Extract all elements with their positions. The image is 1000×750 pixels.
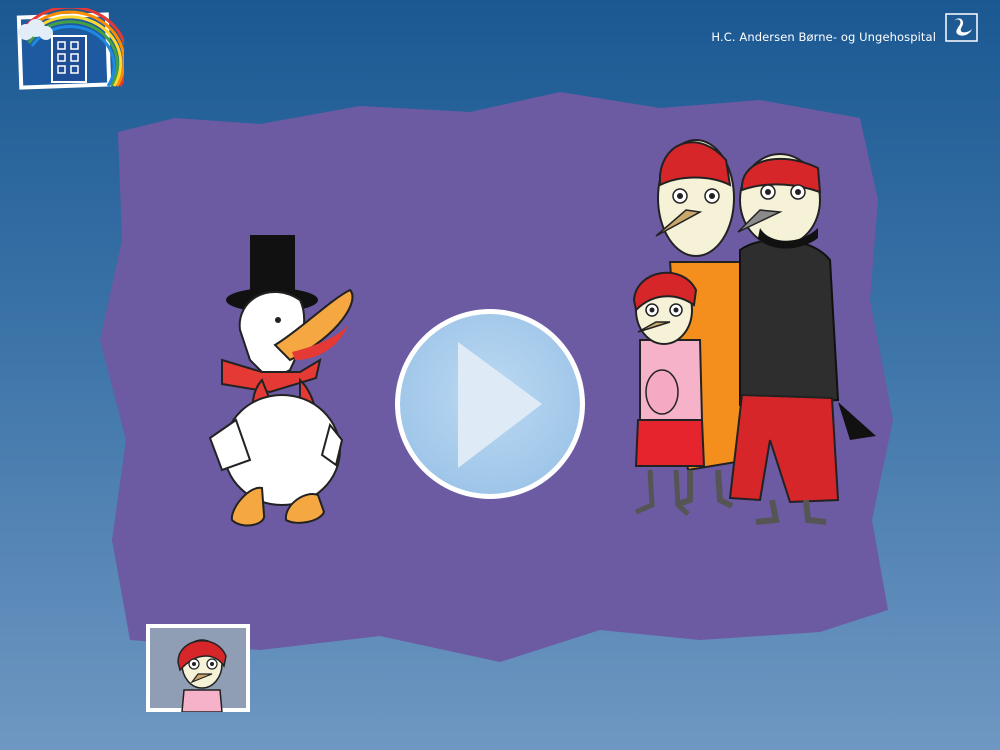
character-thumbnail[interactable] (146, 624, 250, 712)
play-button[interactable] (392, 306, 588, 502)
